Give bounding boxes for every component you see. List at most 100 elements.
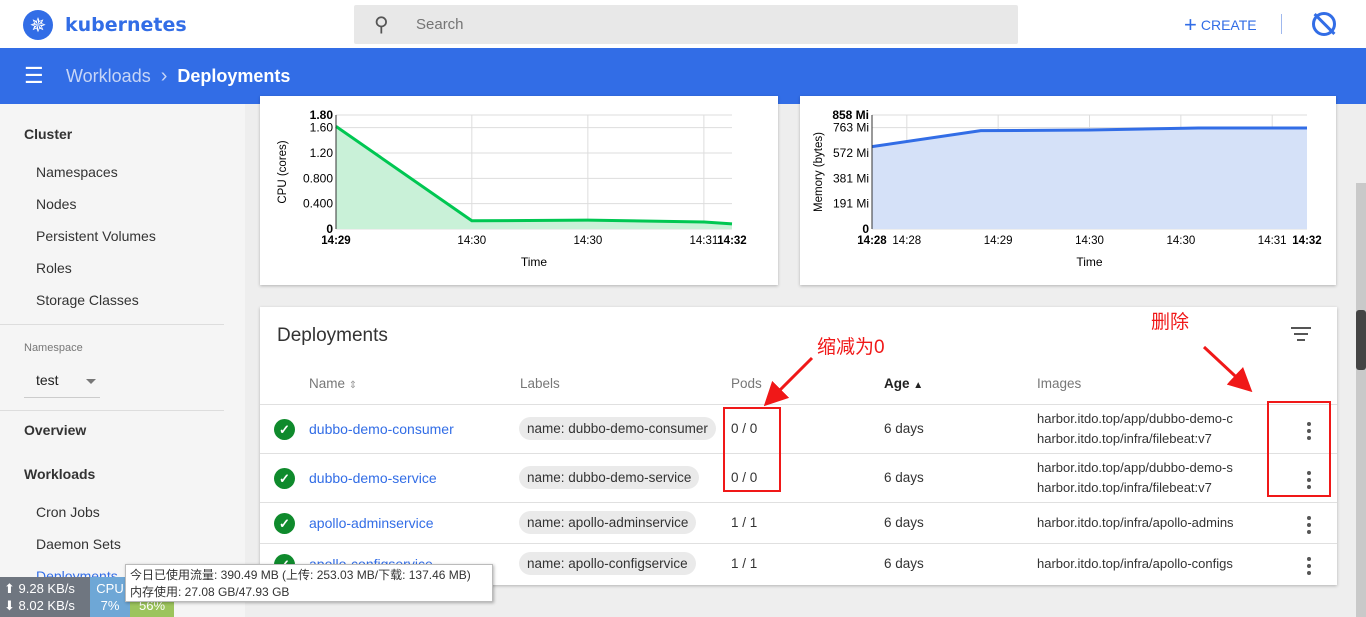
label-chip: name: dubbo-demo-service [519, 466, 700, 489]
sidebar-overview[interactable]: Overview [24, 422, 86, 438]
column-age-label: Age [884, 376, 910, 391]
image: harbor.itdo.top/infra/apollo-adminservic… [1037, 515, 1233, 530]
tooltip-traffic: 今日已使用流量: 390.49 MB (上传: 253.03 MB/下载: 13… [130, 568, 471, 582]
y-tick-label: 381 Mi [833, 171, 869, 185]
deployment-name-link[interactable]: dubbo-demo-service [309, 470, 437, 486]
deployment-name-link[interactable]: dubbo-demo-consumer [309, 421, 454, 437]
sidebar-item-roles[interactable]: Roles [36, 260, 72, 276]
y-tick-label: 572 Mi [833, 146, 869, 160]
y-tick-label: 0.400 [303, 197, 333, 211]
page-title: Deployments [177, 65, 291, 86]
check-circle-icon: ✓ [274, 468, 295, 489]
sort-asc-icon: ▲ [913, 380, 924, 391]
pods-count: 1 / 1 [731, 556, 758, 571]
sidebar-item-persistent-volumes[interactable]: Persistent Volumes [36, 228, 156, 244]
deployments-title: Deployments [277, 325, 388, 346]
x-tick-label: 14:30 [1075, 235, 1104, 247]
x-tick-label: 14:32 [717, 235, 746, 247]
image: harbor.itdo.top/infra/filebeat:v7 [1037, 431, 1212, 446]
image: harbor.itdo.top/infra/apollo-configservi… [1037, 556, 1233, 571]
y-axis-label: Memory (bytes) [813, 132, 825, 212]
logo[interactable]: ✵ kubernetes [23, 10, 187, 40]
label-chip: name: apollo-configservice [519, 552, 696, 575]
create-label: CREATE [1200, 17, 1257, 33]
series-area [872, 128, 1307, 229]
chevron-right-icon: › [160, 64, 168, 87]
column-name[interactable]: Name ⇕ [309, 376, 357, 391]
tooltip-memory: 内存使用: 27.08 GB/47.93 GB [130, 585, 290, 599]
x-axis-label: Time [1076, 255, 1103, 269]
label-chip: name: dubbo-demo-consumer [519, 417, 716, 440]
annotation-box-actions [1267, 401, 1331, 497]
more-vert-icon[interactable] [1306, 516, 1312, 537]
divider [0, 324, 224, 325]
sort-icon: ⇕ [348, 380, 358, 391]
traffic-tooltip: 今日已使用流量: 390.49 MB (上传: 253.03 MB/下载: 13… [125, 564, 493, 602]
sidebar: Cluster Namespaces Nodes Persistent Volu… [0, 104, 245, 617]
x-tick-label: 14:30 [573, 235, 602, 247]
y-tick-label: 763 Mi [833, 121, 869, 135]
y-tick-label: 0 [862, 222, 869, 236]
filter-icon[interactable] [1291, 327, 1311, 345]
y-tick-label: 1.60 [310, 121, 334, 135]
pods-count: 1 / 1 [731, 515, 758, 530]
annotation-scale-to-zero: 缩减为0 [817, 337, 885, 358]
column-labels: Labels [520, 376, 560, 391]
age: 6 days [884, 470, 924, 485]
table-row: ✓ dubbo-demo-service name: dubbo-demo-se… [260, 453, 1337, 502]
scrollbar-track[interactable] [1356, 183, 1366, 617]
scrollbar-thumb[interactable] [1356, 310, 1366, 370]
divider [0, 410, 224, 411]
image: harbor.itdo.top/app/dubbo-demo-consumer [1037, 411, 1233, 426]
divider [1281, 14, 1282, 34]
cpu-chart-svg: 0 0.400 0.800 1.20 1.601.80 14:29 14:30 14:30 14… [277, 108, 747, 269]
sidebar-item-namespaces[interactable]: Namespaces [36, 164, 118, 180]
table-row: ✓ dubbo-demo-consumer name: dubbo-demo-c… [260, 404, 1337, 453]
x-tick-label: 14:32 [1292, 235, 1321, 247]
upload-speed: ⬆ 9.28 KB/s [4, 581, 75, 596]
y-tick-label: 0.800 [303, 171, 333, 185]
annotation-delete: 删除 [1151, 312, 1190, 333]
plus-icon: + [1184, 12, 1197, 37]
check-circle-icon: ✓ [274, 513, 295, 534]
x-tick-label: 14:31 [689, 235, 718, 247]
x-tick-label: 14:28 [892, 235, 921, 247]
create-button[interactable]: + CREATE [1184, 12, 1257, 38]
sidebar-item-nodes[interactable]: Nodes [36, 196, 76, 212]
cpu-value: 7% [100, 598, 120, 613]
image: harbor.itdo.top/infra/filebeat:v7 [1037, 480, 1212, 495]
namespace-select[interactable]: test [24, 366, 100, 398]
cpu-usage-chart: 0 0.400 0.800 1.20 1.60 1.80 14:29 14:30 14:30 14… [260, 96, 778, 285]
deployment-name-link[interactable]: apollo-adminservice [309, 515, 434, 531]
y-tick-label: 1.80 [310, 108, 334, 122]
label-chip: name: apollo-adminservice [519, 511, 697, 534]
y-tick-label: 191 Mi [833, 197, 869, 211]
sidebar-item-cron-jobs[interactable]: Cron Jobs [36, 504, 100, 520]
x-axis-label: Time [521, 255, 548, 269]
memory-usage-chart: 0 191 Mi 381 Mi 572 Mi 763 Mi 858 Mi 14:28 14:2… [800, 96, 1336, 285]
search-input[interactable] [416, 16, 976, 33]
series-area [336, 126, 732, 229]
notifications-off-icon[interactable] [1312, 12, 1336, 36]
sidebar-item-storage-classes[interactable]: Storage Classes [36, 292, 139, 308]
search-icon: ⚲ [374, 14, 389, 36]
table-row: ✓ apollo-adminservice name: apollo-admin… [260, 502, 1337, 543]
image: harbor.itdo.top/app/dubbo-demo-service [1037, 460, 1233, 475]
breadcrumb-workloads[interactable]: Workloads [66, 66, 151, 87]
sidebar-workloads[interactable]: Workloads [24, 466, 95, 482]
y-tick-label: 858 Mi [832, 108, 869, 122]
hamburger-menu-icon[interactable]: ☰ [24, 63, 46, 89]
x-tick-label: 14:30 [457, 235, 486, 247]
top-bar: ✵ kubernetes ⚲ +CREATE [0, 0, 1366, 48]
sidebar-cluster[interactable]: Cluster [24, 126, 72, 142]
sidebar-item-daemon-sets[interactable]: Daemon Sets [36, 536, 121, 552]
memory-chart-svg: 0 191 Mi 381 Mi 572 Mi 763 Mi858 Mi 14:28 14:2… [813, 108, 1322, 269]
deployments-card: Deployments Name ⇕ Labels Pods Age ▲ Ima… [260, 307, 1337, 585]
age: 6 days [884, 515, 924, 530]
column-images: Images [1037, 376, 1082, 391]
column-age[interactable]: Age ▲ [884, 376, 923, 391]
logo-text: kubernetes [65, 14, 187, 36]
more-vert-icon[interactable] [1306, 557, 1312, 578]
x-tick-label: 14:29 [984, 235, 1013, 247]
search-bar[interactable]: ⚲ [354, 5, 1018, 44]
